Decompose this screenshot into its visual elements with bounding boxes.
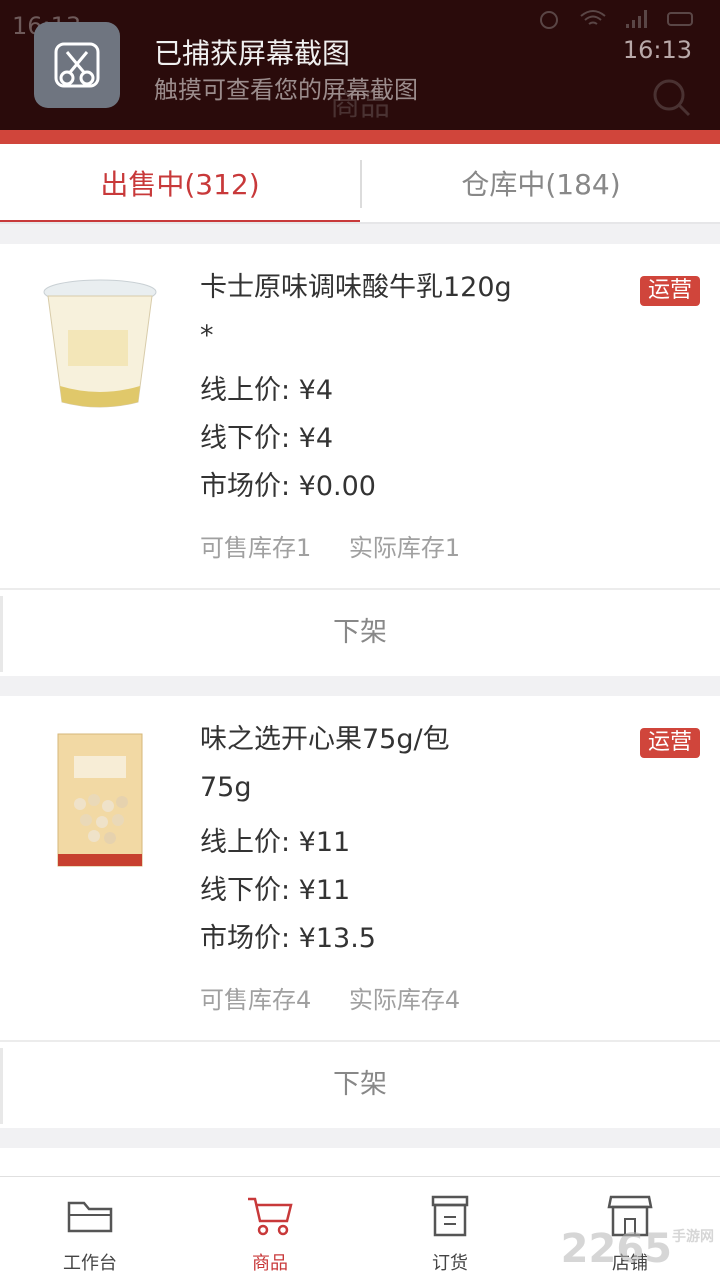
watermark-text: 2265 (560, 1226, 672, 1272)
online-price: 线上价: ¥11 (200, 827, 351, 858)
actual-stock: 实际库存1 (348, 534, 461, 562)
screenshot-notification[interactable]: 已捕获屏幕截图 触摸可查看您的屏幕截图 16:13 (0, 0, 720, 132)
tabbar-item-products[interactable]: 商品 (180, 1177, 360, 1281)
active-tab-indicator (0, 220, 360, 222)
market-price: 市场价: ¥13.5 (200, 923, 376, 954)
tabbar-label: 工作台 (63, 1253, 117, 1274)
screenshot-app-icon (34, 22, 120, 108)
product-image-pistachio-bag (57, 733, 143, 867)
tabbar-item-workbench[interactable]: 工作台 (0, 1177, 180, 1281)
product-spec: 75g (200, 772, 252, 803)
product-card[interactable]: 卡士原味调味酸牛乳120g 运营 * 线上价: ¥4 线下价: ¥4 市场价: … (0, 244, 720, 676)
stock-info: 可售库存4 实际库存4 (200, 980, 490, 1015)
product-spec: * (200, 320, 214, 351)
status-badge: 运营 (640, 728, 700, 758)
order-box-icon (431, 1195, 469, 1237)
cart-icon (248, 1197, 293, 1236)
folder-icon (67, 1201, 113, 1233)
offline-price: 线下价: ¥4 (200, 423, 334, 454)
actual-stock: 实际库存4 (348, 986, 461, 1014)
tab-in-warehouse[interactable]: 仓库中(184) (362, 144, 720, 222)
available-stock: 可售库存1 (200, 534, 312, 562)
header-accent-stripe (0, 130, 720, 144)
tabbar-item-orders[interactable]: 订货 (360, 1177, 540, 1281)
available-stock: 可售库存4 (200, 986, 312, 1014)
delist-button[interactable]: 下架 (0, 590, 720, 676)
notification-subtitle: 触摸可查看您的屏幕截图 (154, 76, 418, 104)
notification-title: 已捕获屏幕截图 (154, 37, 351, 70)
offline-price: 线下价: ¥11 (200, 875, 351, 906)
stock-info: 可售库存1 实际库存1 (200, 528, 490, 563)
delist-button[interactable]: 下架 (0, 1042, 720, 1128)
tabbar-label: 订货 (432, 1253, 468, 1274)
product-name: 味之选开心果75g/包 (200, 724, 450, 755)
product-name: 卡士原味调味酸牛乳120g (200, 272, 512, 303)
tab-on-sale[interactable]: 出售中(312) (0, 144, 360, 222)
product-status-tabs: 出售中(312) 仓库中(184) (0, 144, 720, 224)
market-price: 市场价: ¥0.00 (200, 471, 376, 502)
site-watermark: 2265手游网 (561, 1226, 714, 1272)
online-price: 线上价: ¥4 (200, 375, 334, 406)
tabbar-label: 商品 (252, 1253, 288, 1274)
product-card[interactable]: 味之选开心果75g/包 运营 75g 线上价: ¥11 线下价: ¥11 市场价… (0, 696, 720, 1128)
watermark-sub: 手游网 (672, 1229, 714, 1245)
status-badge: 运营 (640, 276, 700, 306)
product-image-yogurt-cup (43, 279, 157, 408)
product-card-partial (0, 1148, 720, 1176)
scissors-icon (54, 42, 100, 88)
notification-time: 16:13 (622, 36, 692, 64)
